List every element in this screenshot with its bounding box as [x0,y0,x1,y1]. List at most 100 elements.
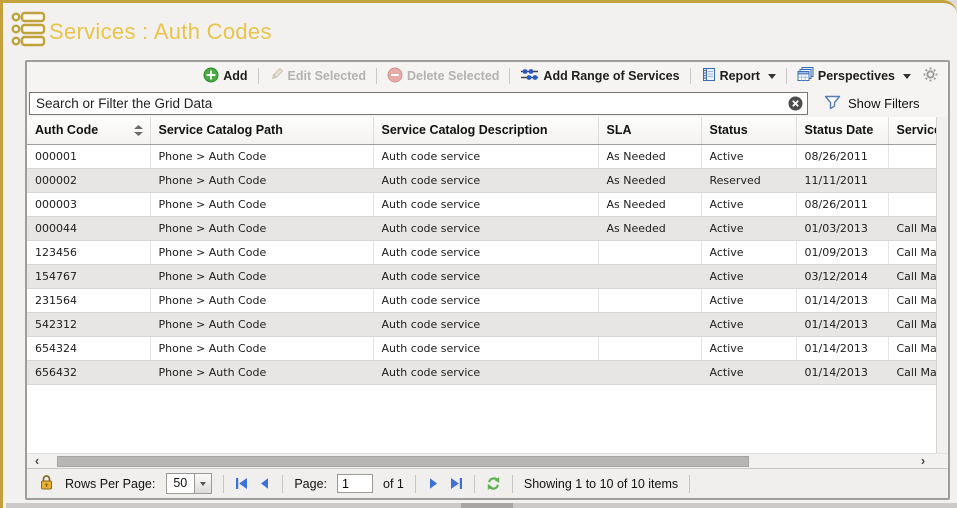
table-cell: 08/26/2011 [796,192,888,216]
select-dropdown-button[interactable] [194,474,211,493]
table-cell: Auth code service [373,336,598,360]
toolbar-separator [258,68,259,84]
last-page-button[interactable] [450,477,463,490]
column-header-service-catalog-description[interactable]: Service Catalog Description [373,117,598,144]
toolbar-separator [690,68,691,84]
table-cell: 01/14/2013 [796,360,888,384]
column-header-auth-code[interactable]: Auth Code [27,117,150,144]
edit-selected-button[interactable]: Edit Selected [267,67,369,85]
show-filters-label: Show Filters [848,96,920,111]
table-cell [598,288,701,312]
grid-panel: Add Edit Selected Delete Selected [25,60,950,500]
add-range-of-services-label: Add Range of Services [543,69,679,83]
grid-settings-button[interactable] [921,67,940,85]
table-cell [888,168,936,192]
rows-per-page-label: Rows Per Page: [65,477,155,491]
toolbar-separator [509,68,510,84]
table-cell: Phone > Auth Code [150,240,373,264]
table-cell: Phone > Auth Code [150,288,373,312]
table-row[interactable]: 542312Phone > Auth CodeAuth code service… [27,312,936,336]
report-button[interactable]: Report [699,67,778,85]
table-cell [888,144,936,168]
table-row[interactable]: 123456Phone > Auth CodeAuth code service… [27,240,936,264]
table-row[interactable]: 231564Phone > Auth CodeAuth code service… [27,288,936,312]
delete-selected-button[interactable]: Delete Selected [385,67,501,86]
scroll-left-icon[interactable]: ‹ [30,454,44,468]
table-cell: 01/14/2013 [796,288,888,312]
column-header-service-host[interactable]: Service H [888,117,936,144]
table-cell: Active [701,216,796,240]
footer-separator [415,475,416,493]
footer-separator [474,475,475,493]
table-cell: Active [701,336,796,360]
show-filters-button[interactable]: Show Filters [824,95,920,113]
previous-page-button[interactable] [258,477,271,490]
add-range-of-services-button[interactable]: Add Range of Services [518,68,681,84]
first-page-button[interactable] [235,477,248,490]
page-number-input[interactable] [337,474,373,493]
search-input[interactable] [29,92,808,115]
add-button-label: Add [223,69,247,83]
table-row[interactable]: 000044Phone > Auth CodeAuth code service… [27,216,936,240]
table-cell: Call Manag [888,216,936,240]
table-cell: Call Manag [888,312,936,336]
notebook-icon [701,67,716,85]
page-total-label: of 1 [383,477,404,491]
table-cell: Active [701,360,796,384]
next-page-button[interactable] [427,477,440,490]
padlock-icon[interactable] [39,474,54,494]
table-cell: Call Manag [888,336,936,360]
table-cell: Auth code service [373,360,598,384]
page-scrollbar[interactable] [6,503,957,508]
page-scrollbar-thumb[interactable] [461,503,513,508]
clear-search-icon[interactable] [788,96,803,111]
app-window: Services : Auth Codes Add Edit Selected [0,0,957,508]
services-table: Auth Code Service Catalog Path Service C… [27,117,936,385]
table-row[interactable]: 000003Phone > Auth CodeAuth code service… [27,192,936,216]
horizontal-scrollbar-thumb[interactable] [57,456,749,467]
table-cell [598,360,701,384]
perspectives-button[interactable]: Perspectives [795,67,913,85]
pagination-footer: Rows Per Page: 50 Page: of 1 [27,468,948,498]
showing-items-label: Showing 1 to 10 of 10 items [524,477,678,491]
table-cell: Active [701,192,796,216]
table-cell: 08/26/2011 [796,144,888,168]
column-header-status-date[interactable]: Status Date [796,117,888,144]
funnel-icon [824,95,841,113]
table-cell: Call Manag [888,288,936,312]
table-cell: Phone > Auth Code [150,264,373,288]
table-cell: 03/12/2014 [796,264,888,288]
table-cell: Call Manag [888,264,936,288]
scroll-right-icon[interactable]: › [916,454,930,468]
table-cell: Phone > Auth Code [150,336,373,360]
footer-separator [689,475,690,493]
table-cell: Reserved [701,168,796,192]
column-header-status[interactable]: Status [701,117,796,144]
table-cell: 000044 [27,216,150,240]
table-header-row: Auth Code Service Catalog Path Service C… [27,117,936,144]
table-row[interactable]: 656432Phone > Auth CodeAuth code service… [27,360,936,384]
horizontal-scrollbar[interactable]: ‹ › [27,453,948,468]
add-button[interactable]: Add [201,67,249,86]
table-cell: Auth code service [373,312,598,336]
vertical-scrollbar[interactable] [936,117,948,453]
table-cell: 654324 [27,336,150,360]
table-row[interactable]: 654324Phone > Auth CodeAuth code service… [27,336,936,360]
table-cell: Call Manag [888,240,936,264]
footer-separator [512,475,513,493]
table-cell: As Needed [598,168,701,192]
services-list-icon [10,10,48,53]
table-row[interactable]: 000002Phone > Auth CodeAuth code service… [27,168,936,192]
table-cell: As Needed [598,216,701,240]
sort-arrows-icon[interactable] [134,125,143,136]
column-header-sla[interactable]: SLA [598,117,701,144]
table-row[interactable]: 000001Phone > Auth CodeAuth code service… [27,144,936,168]
rows-per-page-select[interactable]: 50 [166,473,212,494]
table-cell: 11/11/2011 [796,168,888,192]
layered-grid-icon [797,67,814,85]
table-row[interactable]: 154767Phone > Auth CodeAuth code service… [27,264,936,288]
refresh-button[interactable] [486,476,501,491]
table-cell: 01/14/2013 [796,336,888,360]
chevron-down-icon [200,482,206,486]
column-header-service-catalog-path[interactable]: Service Catalog Path [150,117,373,144]
